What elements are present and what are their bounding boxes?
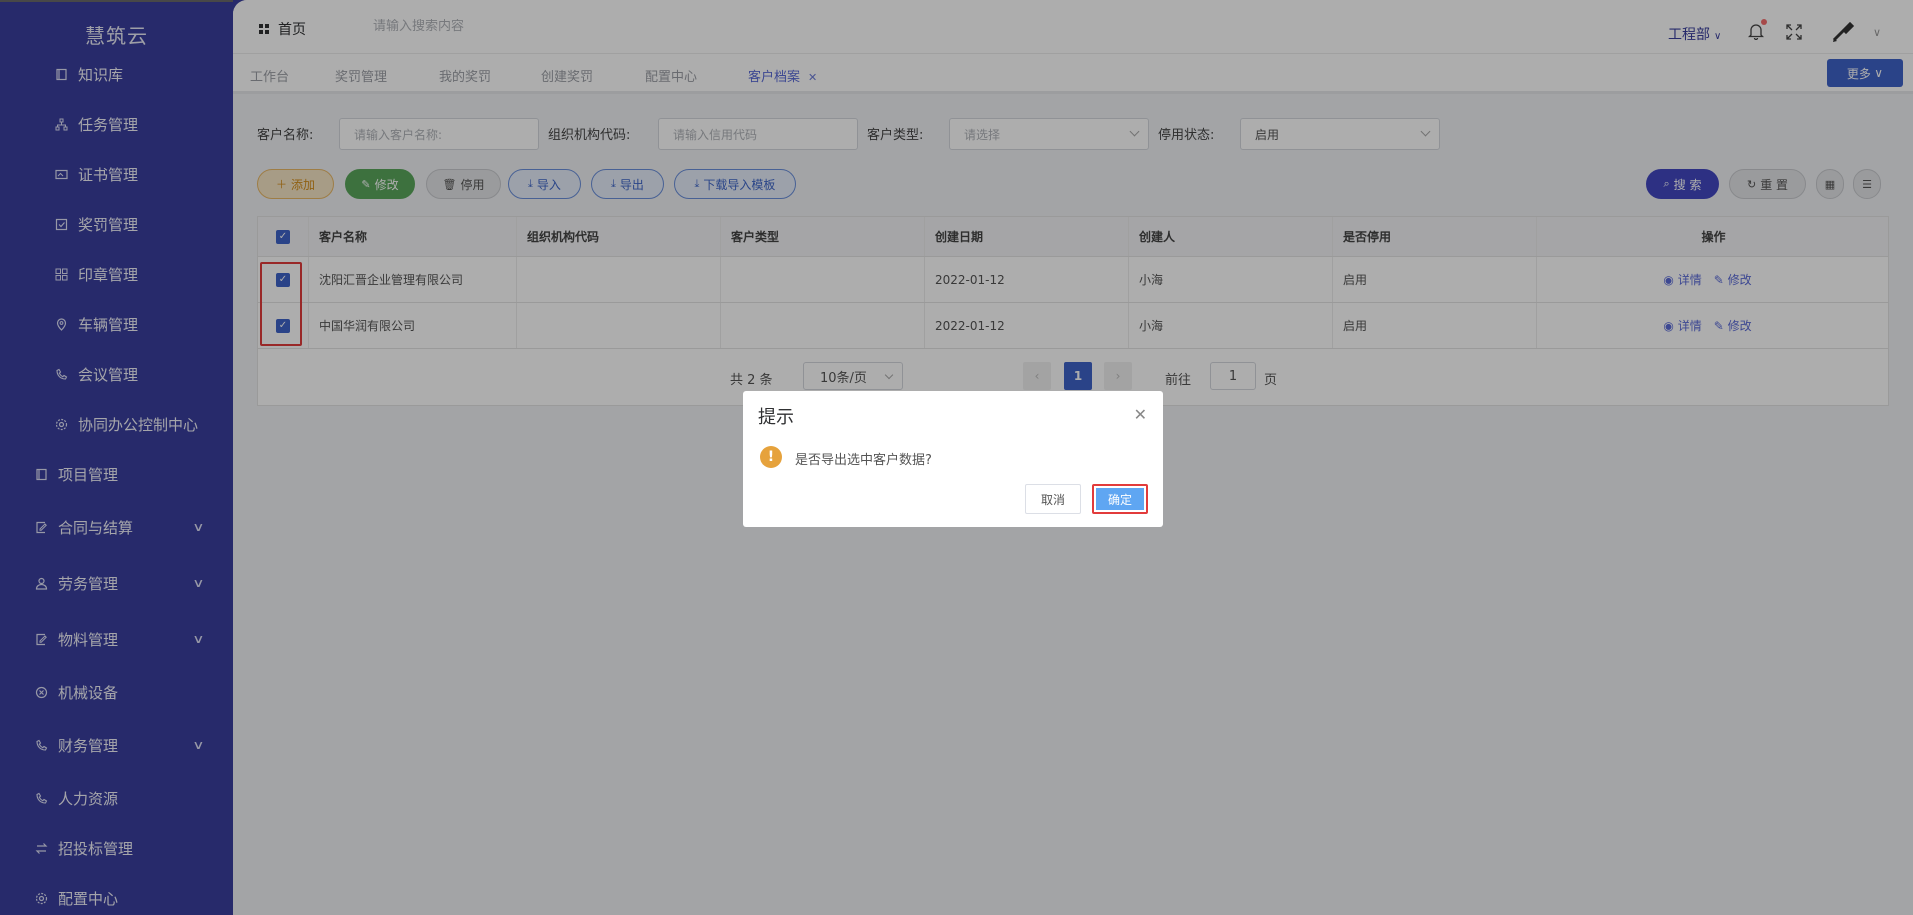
warning-icon: ! (760, 446, 782, 468)
close-icon[interactable]: ✕ (1134, 405, 1147, 424)
dialog-title: 提示 (758, 407, 794, 428)
cancel-button[interactable]: 取消 (1025, 484, 1081, 514)
confirm-button[interactable]: 确定 (1092, 484, 1148, 514)
confirm-dialog: 提示 ✕ ! 是否导出选中客户数据? 取消 确定 (743, 391, 1163, 527)
dialog-message: 是否导出选中客户数据? (795, 453, 932, 468)
modal-overlay[interactable]: 提示 ✕ ! 是否导出选中客户数据? 取消 确定 (0, 0, 1913, 915)
